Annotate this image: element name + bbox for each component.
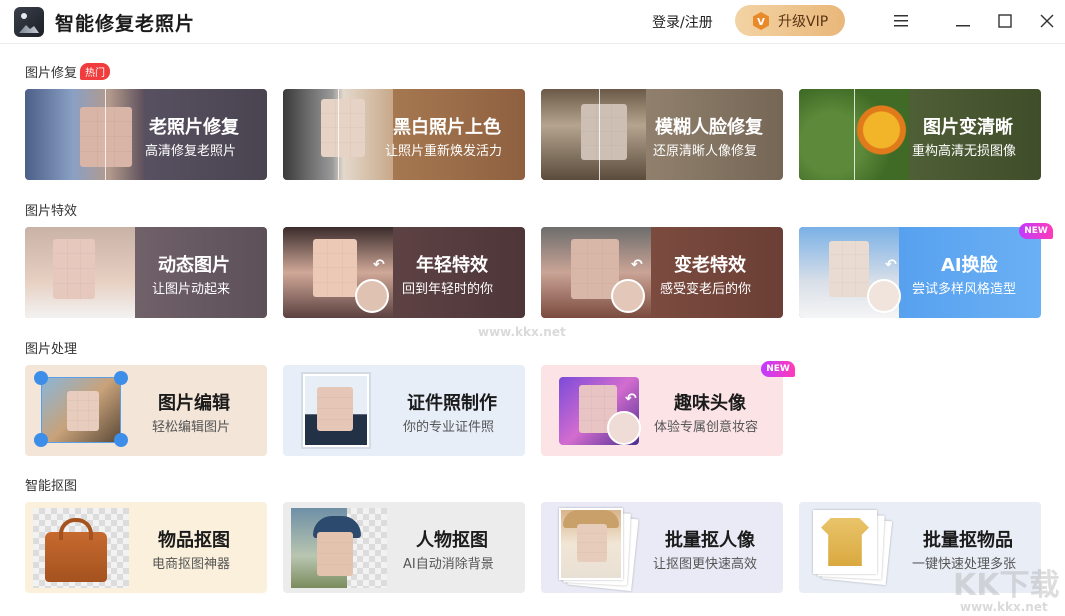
blurred-face (67, 391, 99, 431)
handbag-handle (59, 518, 93, 540)
watermark-url: www.kkx.net (478, 325, 566, 339)
card-title: 证件照制作 (407, 393, 497, 414)
app-logo-icon (14, 7, 44, 37)
maximize-icon[interactable] (994, 10, 1016, 32)
card-subtitle: 电商抠图神器 (152, 557, 231, 572)
card-title: 人物抠图 (416, 530, 488, 551)
card-dynamic-image[interactable]: 动态图片 让图片动起来 (25, 227, 267, 318)
card-subtitle: 体验专属创意妆容 (654, 420, 759, 435)
card-ai-face-swap[interactable]: ↶ AI换脸 尝试多样风格造型 (799, 227, 1041, 318)
card-subtitle: 感受变老后的你 (660, 282, 752, 297)
card-subtitle: 让照片重新焕发活力 (385, 144, 503, 159)
card-title: AI换脸 (941, 255, 998, 276)
login-register-link[interactable]: 登录/注册 (652, 12, 713, 32)
card-title: 趣味头像 (674, 393, 746, 414)
card-sharpen[interactable]: 图片变清晰 重构高清无损图像 (799, 89, 1041, 180)
tshirt-image (821, 518, 869, 566)
result-avatar (867, 279, 901, 313)
compare-divider (854, 89, 855, 180)
blurred-face (577, 524, 607, 562)
blurred-face (317, 532, 353, 576)
compare-divider (338, 89, 339, 180)
title-bar: 智能修复老照片 登录/注册 V 升级VIP (0, 0, 1065, 44)
curved-arrow-icon: ↶ (631, 257, 643, 273)
blurred-face (313, 239, 357, 297)
card-fun-avatar[interactable]: ↶ 趣味头像 体验专属创意妆容 (541, 365, 783, 456)
card-title: 模糊人脸修复 (655, 117, 763, 138)
watermark-logo: KK下载 (953, 568, 1060, 603)
section-title-effects: 图片特效 (25, 204, 78, 219)
curved-arrow-icon: ↶ (885, 257, 897, 273)
rotate-handle-icon (34, 371, 48, 385)
card-old-photo-repair[interactable]: 老照片修复 高清修复老照片 (25, 89, 267, 180)
card-title: 动态图片 (158, 255, 230, 276)
svg-text:V: V (757, 17, 765, 28)
close-icon[interactable] (1036, 10, 1058, 32)
curved-arrow-icon: ↶ (625, 391, 637, 407)
card-batch-portrait[interactable]: 批量抠人像 让抠图更快速高效 (541, 502, 783, 593)
card-title: 图片编辑 (158, 393, 230, 414)
upgrade-vip-button[interactable]: V 升级VIP (735, 5, 845, 36)
blurred-face (829, 241, 869, 297)
card-subtitle: 高清修复老照片 (145, 144, 237, 159)
hot-tag: 热门 (80, 63, 111, 80)
card-person-cutout[interactable]: 人物抠图 AI自动消除背景 (283, 502, 525, 593)
card-subtitle: 让图片动起来 (152, 282, 231, 297)
card-subtitle: 轻松编辑图片 (152, 420, 231, 435)
card-subtitle: 尝试多样风格造型 (912, 282, 1017, 297)
card-face-restore[interactable]: 模糊人脸修复 还原清晰人像修复 (541, 89, 783, 180)
section-title-process: 图片处理 (25, 342, 78, 357)
minimize-icon[interactable] (952, 10, 974, 32)
app-title: 智能修复老照片 (55, 13, 196, 35)
card-title: 物品抠图 (158, 530, 230, 551)
card-subtitle: 重构高清无损图像 (912, 144, 1017, 159)
section-title-cutout: 智能抠图 (25, 479, 78, 494)
compare-divider (599, 89, 600, 180)
card-colorize[interactable]: 黑白照片上色 让照片重新焕发活力 (283, 89, 525, 180)
card-title: 批量抠物品 (923, 530, 1013, 551)
blurred-face (321, 99, 365, 157)
card-title: 黑白照片上色 (393, 117, 501, 138)
menu-icon[interactable] (890, 10, 912, 32)
curved-arrow-icon: ↶ (373, 257, 385, 273)
vip-badge-icon: V (751, 11, 771, 31)
blurred-face (581, 104, 627, 160)
card-title: 批量抠人像 (665, 530, 755, 551)
result-avatar (607, 411, 641, 445)
blurred-face (80, 107, 132, 167)
copy-handle-icon (34, 433, 48, 447)
new-badge: NEW (761, 361, 795, 377)
blurred-face (317, 387, 353, 431)
card-subtitle: 让抠图更快速高效 (653, 557, 758, 572)
card-subtitle: 还原清晰人像修复 (653, 144, 758, 159)
card-object-cutout[interactable]: 物品抠图 电商抠图神器 (25, 502, 267, 593)
card-title: 老照片修复 (149, 117, 239, 138)
card-title: 年轻特效 (416, 255, 488, 276)
card-subtitle: AI自动消除背景 (403, 557, 494, 572)
compare-divider (105, 89, 106, 180)
card-title: 变老特效 (674, 255, 746, 276)
result-avatar (355, 279, 389, 313)
result-avatar (611, 279, 645, 313)
resize-handle-icon (114, 433, 128, 447)
card-id-photo[interactable]: 证件照制作 你的专业证件照 (283, 365, 525, 456)
card-image-edit[interactable]: 图片编辑 轻松编辑图片 (25, 365, 267, 456)
color-handle-icon (114, 371, 128, 385)
card-subtitle: 你的专业证件照 (403, 420, 495, 435)
section-title-repair: 图片修复 热门 (25, 62, 111, 81)
card-older-effect[interactable]: ↶ 变老特效 感受变老后的你 (541, 227, 783, 318)
new-badge: NEW (1019, 223, 1053, 239)
blurred-face (53, 239, 95, 299)
card-subtitle: 回到年轻时的你 (402, 282, 494, 297)
card-younger-effect[interactable]: ↶ 年轻特效 回到年轻时的你 (283, 227, 525, 318)
upgrade-vip-label: 升级VIP (778, 13, 829, 30)
section-label: 图片修复 (25, 66, 78, 81)
card-title: 图片变清晰 (923, 117, 1013, 138)
watermark-url-bottom: www.kkx.net (960, 600, 1048, 614)
